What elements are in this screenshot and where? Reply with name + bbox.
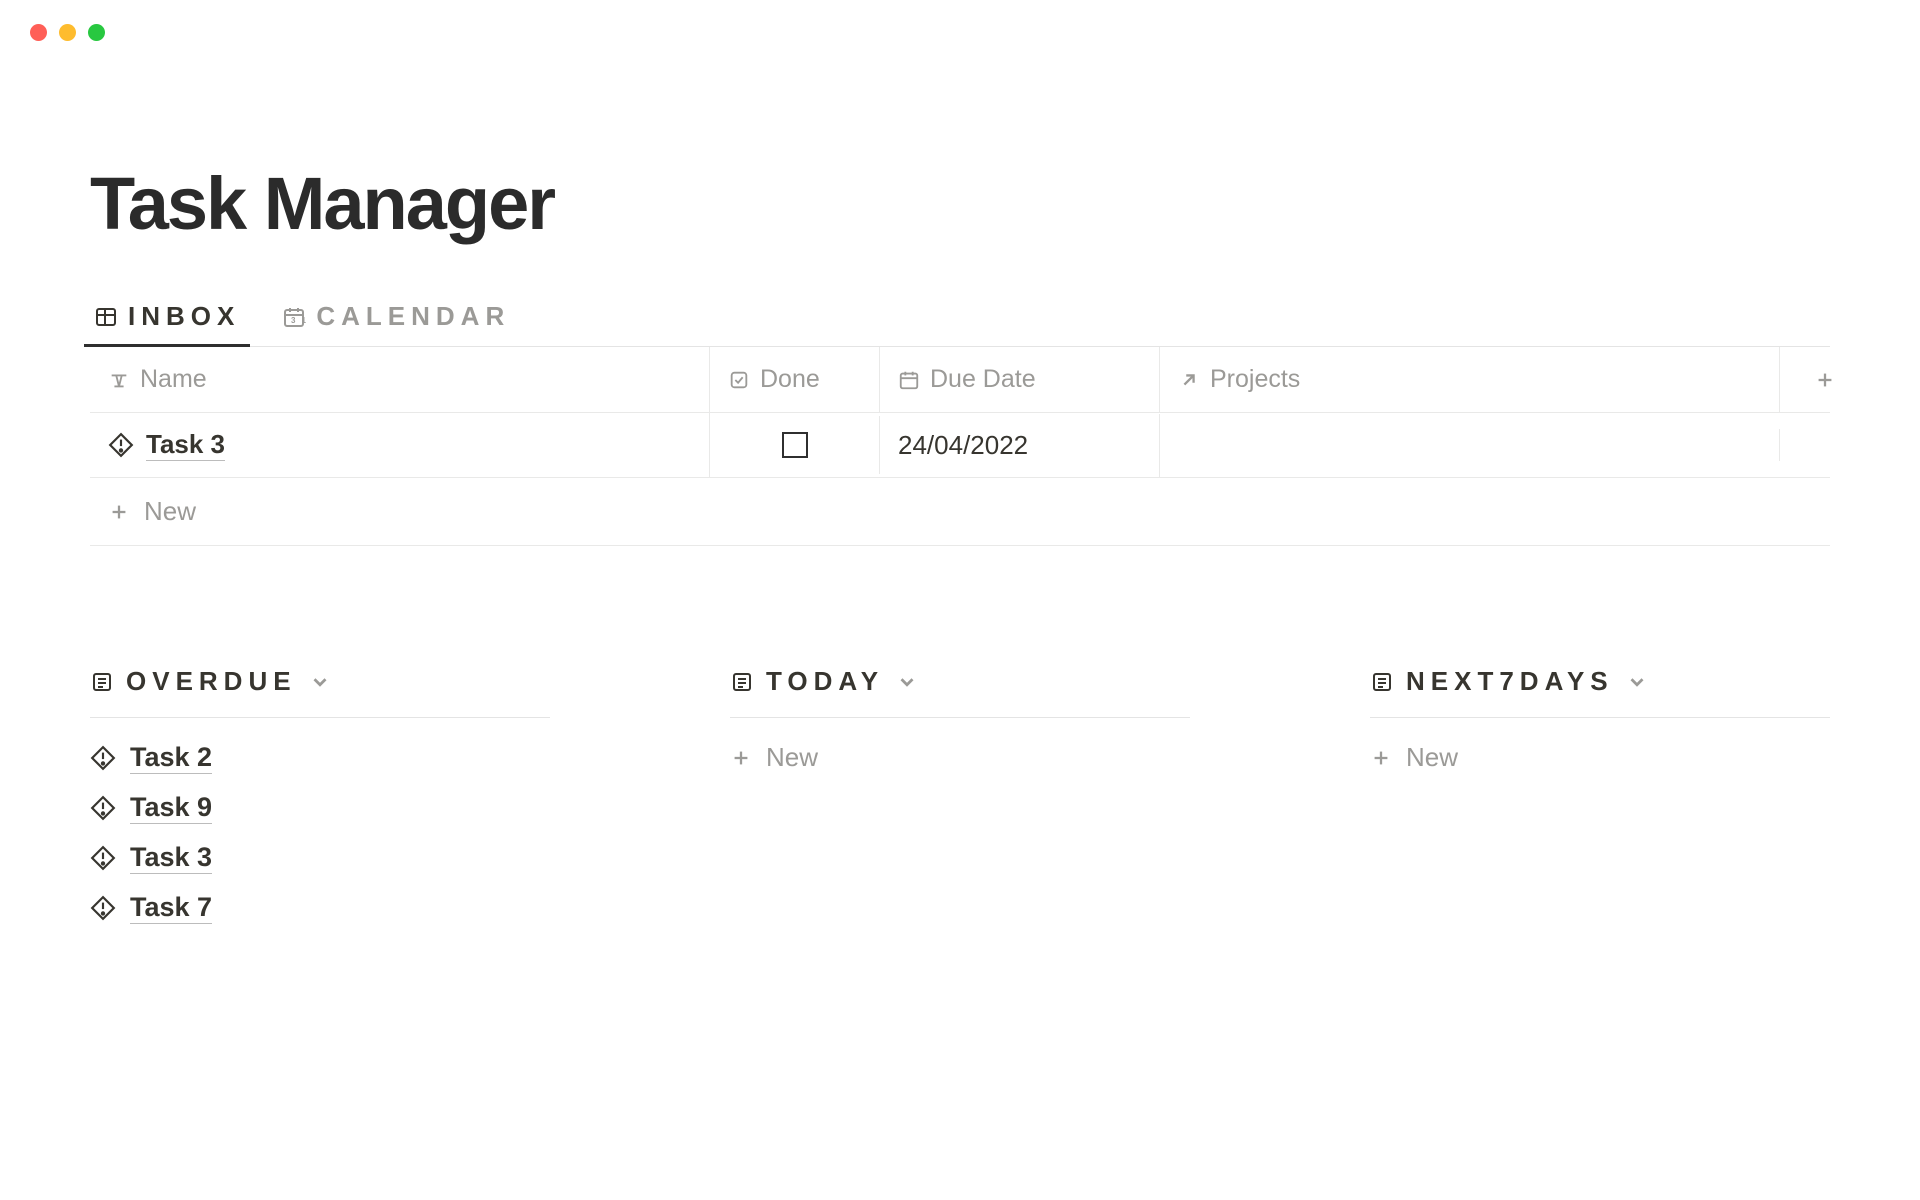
- section-today-title: TODAY: [766, 666, 884, 697]
- section-today-new-button[interactable]: New: [730, 742, 1190, 773]
- plus-icon: [1370, 747, 1392, 769]
- minimize-window-button[interactable]: [59, 24, 76, 41]
- svg-text:31: 31: [291, 316, 306, 325]
- tab-inbox[interactable]: INBOX: [90, 301, 244, 346]
- section-next7days-new-button[interactable]: New: [1370, 742, 1830, 773]
- view-tabs: INBOX 31 CALENDAR: [90, 301, 1830, 347]
- task-diamond-icon: [90, 795, 116, 821]
- column-header-done-label: Done: [760, 365, 820, 394]
- task-diamond-icon: [108, 432, 134, 458]
- cell-done[interactable]: [710, 416, 880, 474]
- column-header-projects-label: Projects: [1210, 365, 1300, 394]
- list-item[interactable]: Task 9: [90, 792, 550, 824]
- tab-calendar-label: CALENDAR: [316, 301, 510, 332]
- task-name-text: Task 3: [146, 429, 225, 461]
- section-next7days-title: NEXT7DAYS: [1406, 666, 1614, 697]
- fullscreen-window-button[interactable]: [88, 24, 105, 41]
- plus-icon: [108, 501, 130, 523]
- section-today-header[interactable]: TODAY: [730, 666, 1190, 718]
- plus-icon: [1814, 369, 1836, 391]
- list-item[interactable]: Task 3: [90, 842, 550, 874]
- calendar-icon: 31: [282, 305, 306, 329]
- new-row-label: New: [144, 496, 196, 527]
- add-column-button[interactable]: [1780, 351, 1870, 409]
- section-overdue-header[interactable]: OVERDUE: [90, 666, 550, 718]
- text-icon: [108, 369, 130, 391]
- list-item-label: Task 7: [130, 892, 212, 924]
- list-icon: [1370, 670, 1394, 694]
- relation-arrow-icon: [1178, 369, 1200, 391]
- list-item[interactable]: Task 7: [90, 892, 550, 924]
- list-item[interactable]: Task 2: [90, 742, 550, 774]
- section-next7days-header[interactable]: NEXT7DAYS: [1370, 666, 1830, 718]
- page-title: Task Manager: [90, 161, 1830, 246]
- overdue-list: Task 2 Task 9 Task 3 Task 7: [90, 742, 550, 924]
- new-row-button[interactable]: New: [90, 478, 1830, 545]
- column-header-name-label: Name: [140, 365, 207, 394]
- list-item-label: Task 9: [130, 792, 212, 824]
- column-header-name[interactable]: Name: [90, 347, 710, 412]
- window-controls: [0, 0, 1920, 41]
- table-header-row: Name Done Due Date Projects: [90, 347, 1830, 413]
- chevron-down-icon: [896, 671, 918, 693]
- table-row[interactable]: Task 3 24/04/2022: [90, 413, 1830, 478]
- list-item-label: Task 2: [130, 742, 212, 774]
- calendar-small-icon: [898, 369, 920, 391]
- done-checkbox[interactable]: [782, 432, 808, 458]
- plus-icon: [730, 747, 752, 769]
- section-overdue-title: OVERDUE: [126, 666, 297, 697]
- cell-due-date[interactable]: 24/04/2022: [880, 414, 1160, 477]
- list-icon: [730, 670, 754, 694]
- table-icon: [94, 305, 118, 329]
- column-header-due-label: Due Date: [930, 365, 1036, 394]
- close-window-button[interactable]: [30, 24, 47, 41]
- task-diamond-icon: [90, 895, 116, 921]
- due-date-text: 24/04/2022: [898, 430, 1028, 461]
- task-diamond-icon: [90, 745, 116, 771]
- tab-inbox-label: INBOX: [128, 301, 240, 332]
- task-diamond-icon: [90, 845, 116, 871]
- section-next7days-new-label: New: [1406, 742, 1458, 773]
- cell-projects[interactable]: [1160, 429, 1780, 461]
- chevron-down-icon: [1626, 671, 1648, 693]
- checkbox-icon: [728, 369, 750, 391]
- sections-row: OVERDUE Task 2 Task 9 Task 3: [90, 666, 1830, 924]
- cell-name[interactable]: Task 3: [90, 413, 710, 477]
- section-today-new-label: New: [766, 742, 818, 773]
- column-header-done[interactable]: Done: [710, 347, 880, 412]
- tab-calendar[interactable]: 31 CALENDAR: [278, 301, 514, 346]
- section-today: TODAY New: [730, 666, 1190, 924]
- section-next7days: NEXT7DAYS New: [1370, 666, 1830, 924]
- column-header-due[interactable]: Due Date: [880, 347, 1160, 412]
- chevron-down-icon: [309, 671, 331, 693]
- list-icon: [90, 670, 114, 694]
- section-overdue: OVERDUE Task 2 Task 9 Task 3: [90, 666, 550, 924]
- inbox-table: Name Done Due Date Projects: [90, 347, 1830, 546]
- column-header-projects[interactable]: Projects: [1160, 347, 1780, 412]
- list-item-label: Task 3: [130, 842, 212, 874]
